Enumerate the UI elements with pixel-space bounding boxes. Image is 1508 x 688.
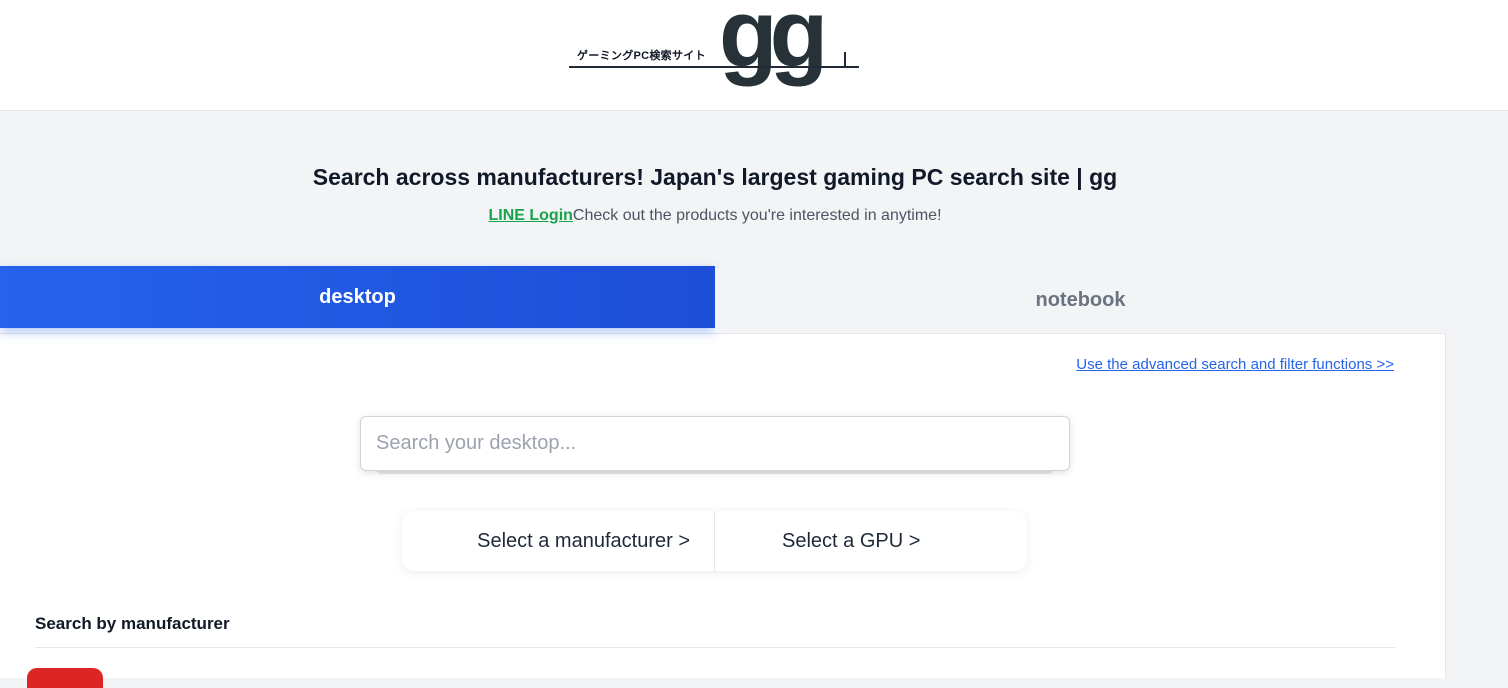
site-header: ゲーミングPC検索サイト gg xyxy=(0,0,1508,111)
search-container xyxy=(360,416,1070,474)
site-logo[interactable]: ゲーミングPC検索サイト gg xyxy=(569,0,861,92)
page-title: Search across manufacturers! Japan's lar… xyxy=(312,164,1118,190)
tab-desktop[interactable]: desktop xyxy=(0,266,715,328)
hero-subtitle-text: Check out the products you're interested… xyxy=(572,207,942,224)
selector-group: Select a manufacturer > Select a GPU > xyxy=(402,511,1027,571)
tab-notebook[interactable]: notebook xyxy=(715,268,1446,333)
logo-tagline: ゲーミングPC検索サイト xyxy=(577,50,706,62)
section-divider xyxy=(35,647,1395,648)
select-manufacturer-button[interactable]: Select a manufacturer > xyxy=(402,511,714,571)
search-input[interactable] xyxy=(360,416,1070,471)
section-title-manufacturer: Search by manufacturer xyxy=(35,614,230,633)
advanced-search-link[interactable]: Use the advanced search and filter funct… xyxy=(1076,356,1394,373)
logo-tick xyxy=(844,52,846,66)
logo-underline xyxy=(569,66,859,68)
line-login-link[interactable]: LINE Login xyxy=(488,207,572,224)
hero-subtitle: LINE LoginCheck out the products you're … xyxy=(0,207,1430,225)
manufacturer-logo-chip[interactable] xyxy=(27,668,103,688)
select-gpu-button[interactable]: Select a GPU > xyxy=(715,511,1027,571)
category-tabs: desktop notebook xyxy=(0,266,1446,334)
logo-mark: gg xyxy=(719,0,828,87)
